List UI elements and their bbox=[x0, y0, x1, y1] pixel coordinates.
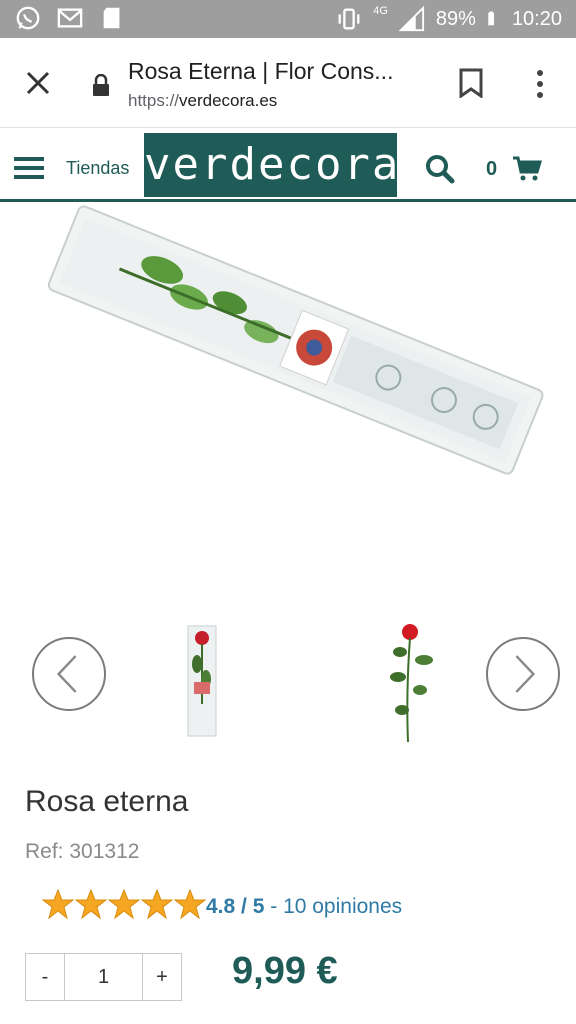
rating-score: 4.8 / 5 bbox=[206, 895, 265, 918]
whatsapp-icon bbox=[16, 6, 40, 30]
url-scheme: https:// bbox=[128, 91, 180, 110]
cart-count[interactable]: 0 bbox=[486, 158, 497, 181]
clock: 10:20 bbox=[511, 7, 562, 30]
gmail-icon bbox=[57, 8, 83, 28]
more-options-icon[interactable] bbox=[530, 68, 550, 100]
carousel-next-button[interactable] bbox=[486, 637, 560, 711]
product-price: 9,99 € bbox=[232, 950, 338, 992]
rating-stars[interactable] bbox=[42, 888, 206, 920]
site-header: Tiendas verdecora 0 bbox=[0, 128, 576, 202]
rating-separator: - bbox=[264, 895, 284, 918]
cart-icon[interactable] bbox=[512, 156, 542, 182]
signal-icon bbox=[398, 6, 424, 32]
url-host: verdecora.es bbox=[179, 91, 278, 110]
quantity-plus-button[interactable]: + bbox=[143, 954, 181, 1000]
star-icon bbox=[75, 888, 107, 920]
brand-logo[interactable]: verdecora bbox=[144, 133, 398, 197]
reviews-link[interactable]: 10 opiniones bbox=[283, 895, 402, 918]
lock-icon bbox=[93, 74, 109, 96]
battery-icon bbox=[488, 11, 494, 26]
status-bar: 4G 89% 10:20 bbox=[0, 0, 576, 38]
star-icon bbox=[174, 888, 206, 920]
vibrate-icon bbox=[338, 8, 360, 30]
thumbnail-rose[interactable] bbox=[378, 622, 446, 746]
quantity-minus-button[interactable]: - bbox=[26, 954, 64, 1000]
product-title: Rosa eterna bbox=[25, 785, 189, 818]
chevron-right-icon bbox=[515, 655, 536, 693]
star-icon bbox=[141, 888, 173, 920]
star-icon bbox=[108, 888, 140, 920]
product-main-image[interactable] bbox=[30, 204, 550, 504]
quantity-stepper: - 1 + bbox=[25, 953, 182, 1001]
bookmark-icon[interactable] bbox=[458, 68, 484, 98]
menu-icon[interactable] bbox=[14, 156, 44, 180]
browser-toolbar: Rosa Eterna | Flor Cons... https://verde… bbox=[0, 38, 576, 128]
product-ref: Ref: 301312 bbox=[25, 840, 140, 863]
search-icon[interactable] bbox=[425, 154, 455, 184]
close-icon[interactable] bbox=[20, 65, 56, 101]
quantity-input[interactable]: 1 bbox=[64, 954, 143, 1000]
carousel-prev-button[interactable] bbox=[32, 637, 106, 711]
chevron-left-icon bbox=[56, 655, 77, 693]
page-title[interactable]: Rosa Eterna | Flor Cons... bbox=[128, 58, 428, 85]
network-type: 4G bbox=[373, 5, 388, 17]
thumbnail-boxed-rose[interactable] bbox=[182, 624, 222, 740]
battery-percent: 89% bbox=[435, 7, 476, 30]
rating-summary[interactable]: 4.8 / 5 - 10 opiniones bbox=[206, 895, 402, 919]
sd-card-icon bbox=[103, 7, 120, 29]
url-display[interactable]: https://verdecora.es bbox=[128, 91, 277, 111]
stores-link[interactable]: Tiendas bbox=[66, 158, 129, 179]
star-icon bbox=[42, 888, 74, 920]
